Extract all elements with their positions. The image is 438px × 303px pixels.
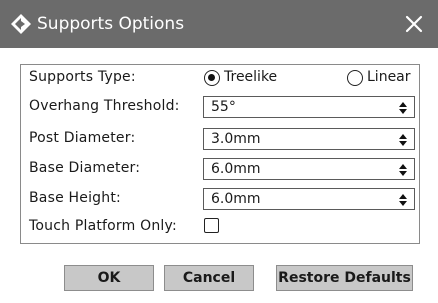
title-bar[interactable]: Supports Options bbox=[0, 0, 438, 48]
window-title: Supports Options bbox=[37, 14, 185, 34]
base-height-spinbox[interactable]: 6.0mm bbox=[203, 188, 415, 210]
overhang-threshold-value: 55° bbox=[211, 99, 236, 115]
close-icon[interactable] bbox=[402, 12, 426, 36]
base-height-label: Base Height: bbox=[29, 190, 121, 206]
spin-arrows-icon[interactable] bbox=[399, 194, 407, 206]
post-diameter-value: 3.0mm bbox=[211, 131, 261, 147]
cancel-button[interactable]: Cancel bbox=[164, 265, 254, 291]
touch-platform-only-label: Touch Platform Only: bbox=[29, 218, 177, 234]
diamond-logo-icon bbox=[11, 14, 31, 34]
radio-linear[interactable] bbox=[347, 70, 363, 86]
base-diameter-label: Base Diameter: bbox=[29, 160, 141, 176]
post-diameter-label: Post Diameter: bbox=[29, 130, 136, 146]
supports-type-label: Supports Type: bbox=[29, 69, 136, 85]
base-diameter-value: 6.0mm bbox=[211, 161, 261, 177]
restore-defaults-button[interactable]: Restore Defaults bbox=[276, 265, 413, 291]
base-height-value: 6.0mm bbox=[211, 191, 261, 207]
radio-treelike-label[interactable]: Treelike bbox=[224, 68, 277, 86]
post-diameter-spinbox[interactable]: 3.0mm bbox=[203, 128, 415, 150]
radio-treelike[interactable] bbox=[204, 70, 220, 86]
ok-button[interactable]: OK bbox=[64, 265, 154, 291]
spin-arrows-icon[interactable] bbox=[399, 102, 407, 114]
base-diameter-spinbox[interactable]: 6.0mm bbox=[203, 158, 415, 180]
touch-platform-only-checkbox[interactable] bbox=[204, 218, 219, 233]
spin-arrows-icon[interactable] bbox=[399, 134, 407, 146]
overhang-threshold-label: Overhang Threshold: bbox=[29, 98, 180, 114]
supports-options-dialog: Supports Options Supports Type: Treelike… bbox=[0, 0, 438, 303]
overhang-threshold-spinbox[interactable]: 55° bbox=[203, 96, 415, 118]
spin-arrows-icon[interactable] bbox=[399, 164, 407, 176]
radio-linear-label[interactable]: Linear bbox=[367, 68, 411, 86]
